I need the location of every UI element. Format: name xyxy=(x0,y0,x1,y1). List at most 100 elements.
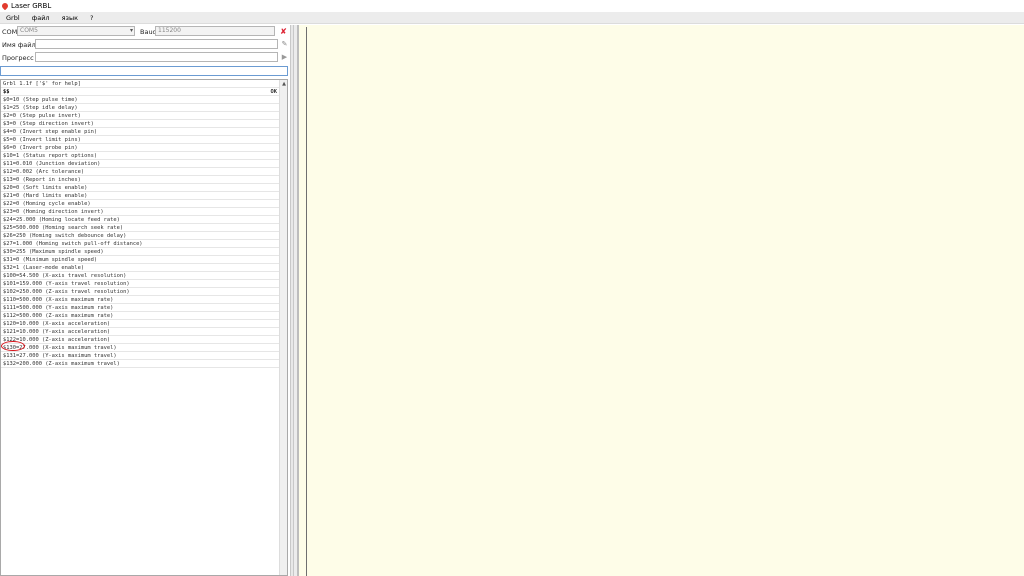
console-line-text: $101=159.000 (Y-axis travel resolution) xyxy=(3,281,130,287)
filename-field[interactable] xyxy=(35,39,278,49)
console-line-text: $132=200.000 (Z-axis maximum travel) xyxy=(3,361,120,367)
pencil-icon: ✎ xyxy=(281,40,288,48)
menu-file[interactable]: файл xyxy=(26,14,56,22)
menu-grbl[interactable]: Grbl xyxy=(0,14,26,22)
console-line-text: $21=0 (Hard limits enable) xyxy=(3,193,88,199)
console-line: $131=27.000 (Y-axis maximum travel) xyxy=(1,352,279,360)
console-line: $26=250 (Homing switch debounce delay) xyxy=(1,232,279,240)
console-line: $32=1 (Laser-mode enable) xyxy=(1,264,279,272)
console-line-text: $0=10 (Step pulse time) xyxy=(3,97,78,103)
console-line: $121=10.000 (Y-axis acceleration) xyxy=(1,328,279,336)
console-line-text: $2=0 (Step pulse invert) xyxy=(3,113,81,119)
plug-disconnected-icon: ✘ xyxy=(280,27,287,36)
console-line: $6=0 (Invert probe pin) xyxy=(1,144,279,152)
progress-label: Прогресс xyxy=(2,54,34,62)
menu-help[interactable]: ? xyxy=(84,14,99,22)
chevron-down-icon: ▾ xyxy=(129,27,133,34)
open-file-button[interactable]: ✎ xyxy=(280,40,289,49)
com-port-select[interactable]: COM5 ▾ xyxy=(17,26,135,36)
menu-language[interactable]: язык xyxy=(56,14,84,22)
console-line: $102=250.000 (Z-axis travel resolution) xyxy=(1,288,279,296)
console-line: $11=0.010 (Junction deviation) xyxy=(1,160,279,168)
com-label: COM xyxy=(2,27,18,36)
console-line-text: $112=500.000 (Z-axis maximum rate) xyxy=(3,313,114,319)
console-line: $2=0 (Step pulse invert) xyxy=(1,112,279,120)
console-line-text: $100=54.500 (X-axis travel resolution) xyxy=(3,273,127,279)
console-line: $10=1 (Status report options) xyxy=(1,152,279,160)
play-icon: ▶ xyxy=(281,53,288,61)
console-line: $122=10.000 (Z-axis acceleration) xyxy=(1,336,279,344)
console-line-text: $120=10.000 (X-axis acceleration) xyxy=(3,321,111,327)
baud-value: 115200 xyxy=(158,27,181,34)
console-line-text: $110=500.000 (X-axis maximum rate) xyxy=(3,297,114,303)
title-bar: Laser GRBL xyxy=(0,0,1024,12)
console-line-text: $121=10.000 (Y-axis acceleration) xyxy=(3,329,111,335)
connect-button[interactable]: ✘ xyxy=(279,27,288,36)
console-line-status: OK xyxy=(270,89,278,95)
scroll-up-icon[interactable]: ▲ xyxy=(280,80,287,88)
console-line: $100=54.500 (X-axis travel resolution) xyxy=(1,272,279,280)
console-line-text: $131=27.000 (Y-axis maximum travel) xyxy=(3,353,117,359)
window-title: Laser GRBL xyxy=(11,2,52,10)
console-line: $25=500.000 (Homing search seek rate) xyxy=(1,224,279,232)
command-input[interactable] xyxy=(0,66,288,76)
console-line-text: $11=0.010 (Junction deviation) xyxy=(3,161,101,167)
console-line-text: $6=0 (Invert probe pin) xyxy=(3,145,78,151)
console-line-text: $5=0 (Invert limit pins) xyxy=(3,137,81,143)
console-line: $22=0 (Homing cycle enable) xyxy=(1,200,279,208)
console-line-text: $25=500.000 (Homing search seek rate) xyxy=(3,225,124,231)
console-line: $130=27.000 (X-axis maximum travel) xyxy=(1,344,279,352)
baud-select[interactable]: 115200 xyxy=(155,26,275,36)
console-line-text: $1=25 (Step idle delay) xyxy=(3,105,78,111)
preview-canvas[interactable] xyxy=(298,25,1024,576)
console-line: $101=159.000 (Y-axis travel resolution) xyxy=(1,280,279,288)
file-label: Имя файла xyxy=(2,41,40,49)
left-panel: COM COM5 ▾ Baud 115200 ✘ Имя файла ✎ Про… xyxy=(0,25,290,576)
console-line-text: $32=1 (Laser-mode enable) xyxy=(3,265,85,271)
console-line: $12=0.002 (Arc tolerance) xyxy=(1,168,279,176)
console-line-text: $24=25.000 (Homing locate feed rate) xyxy=(3,217,120,223)
console-line-text: $10=1 (Status report options) xyxy=(3,153,98,159)
console-line-text: $13=0 (Report in inches) xyxy=(3,177,81,183)
highlight-circle-annotation xyxy=(1,341,25,351)
baud-label: Baud xyxy=(140,28,157,36)
progress-bar xyxy=(35,52,278,62)
console-line: $21=0 (Hard limits enable) xyxy=(1,192,279,200)
console-line-text: Grbl 1.1f ['$' for help] xyxy=(3,81,81,87)
console-line: $27=1.000 (Homing switch pull-off distan… xyxy=(1,240,279,248)
console-line-text: $3=0 (Step direction invert) xyxy=(3,121,94,127)
console-line: $112=500.000 (Z-axis maximum rate) xyxy=(1,312,279,320)
console-output[interactable]: Grbl 1.1f ['$' for help] $$ OK $0=10 (Step … xyxy=(0,79,288,576)
console-line: $0=10 (Step pulse time) xyxy=(1,96,279,104)
console-line: Grbl 1.1f ['$' for help] xyxy=(1,80,279,88)
console-line: $$ OK xyxy=(1,88,279,96)
console-line-text: $20=0 (Soft limits enable) xyxy=(3,185,88,191)
console-line: $1=25 (Step idle delay) xyxy=(1,104,279,112)
console-line-text: $22=0 (Homing cycle enable) xyxy=(3,201,91,207)
console-line-text: $4=0 (Invert step enable pin) xyxy=(3,129,98,135)
run-button[interactable]: ▶ xyxy=(280,53,289,62)
console-lines: Grbl 1.1f ['$' for help] $$ OK $0=10 (Step … xyxy=(1,80,287,368)
console-line: $4=0 (Invert step enable pin) xyxy=(1,128,279,136)
console-line: $5=0 (Invert limit pins) xyxy=(1,136,279,144)
com-port-value: COM5 xyxy=(20,27,38,34)
console-line: $24=25.000 (Homing locate feed rate) xyxy=(1,216,279,224)
console-line: $111=500.000 (Y-axis maximum rate) xyxy=(1,304,279,312)
console-line-text: $23=0 (Homing direction invert) xyxy=(3,209,104,215)
console-line-text: $12=0.002 (Arc tolerance) xyxy=(3,169,85,175)
console-line-text: $27=1.000 (Homing switch pull-off distan… xyxy=(3,241,143,247)
console-line-text: $31=0 (Minimum spindle speed) xyxy=(3,257,98,263)
console-scrollbar[interactable]: ▲ xyxy=(279,80,287,575)
console-line: $30=255 (Maximum spindle speed) xyxy=(1,248,279,256)
console-line: $120=10.000 (X-axis acceleration) xyxy=(1,320,279,328)
console-line: $31=0 (Minimum spindle speed) xyxy=(1,256,279,264)
console-line-text: $26=250 (Homing switch debounce delay) xyxy=(3,233,127,239)
console-line: $110=500.000 (X-axis maximum rate) xyxy=(1,296,279,304)
console-line: $132=200.000 (Z-axis maximum travel) xyxy=(1,360,279,368)
canvas-y-axis xyxy=(306,27,307,576)
menu-bar: Grbl файл язык ? xyxy=(0,12,1024,24)
console-line: $3=0 (Step direction invert) xyxy=(1,120,279,128)
console-line-text: $$ xyxy=(3,89,10,95)
console-line: $13=0 (Report in inches) xyxy=(1,176,279,184)
console-line-text: $102=250.000 (Z-axis travel resolution) xyxy=(3,289,130,295)
